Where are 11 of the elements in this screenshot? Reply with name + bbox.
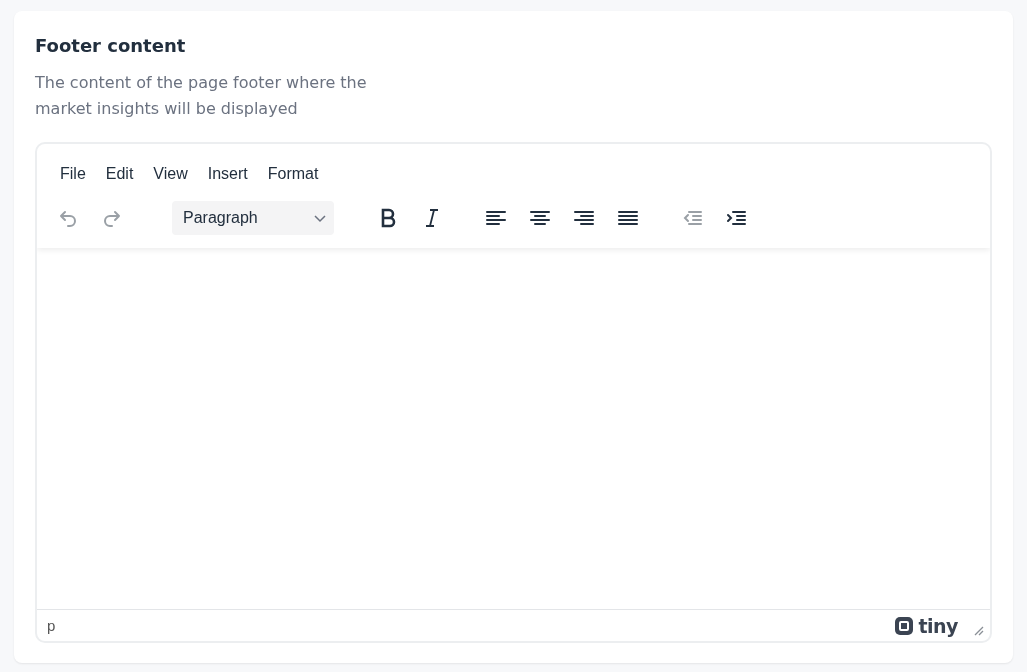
menu-item[interactable]: File <box>50 161 96 187</box>
field-title: Footer content <box>35 35 187 56</box>
menu-item[interactable]: Insert <box>197 161 258 187</box>
menu-item[interactable]: Edit <box>95 161 144 187</box>
block-format-dropdown[interactable]: Paragraph <box>172 201 334 235</box>
menu-item[interactable]: Format <box>257 161 329 187</box>
element-path[interactable]: p <box>47 617 56 634</box>
brand-name: tiny <box>918 614 958 637</box>
logo-icon <box>894 615 915 636</box>
menu-item[interactable]: View <box>143 161 198 187</box>
field-description: The content of the page footer where the market insights will be displayed <box>35 72 368 120</box>
